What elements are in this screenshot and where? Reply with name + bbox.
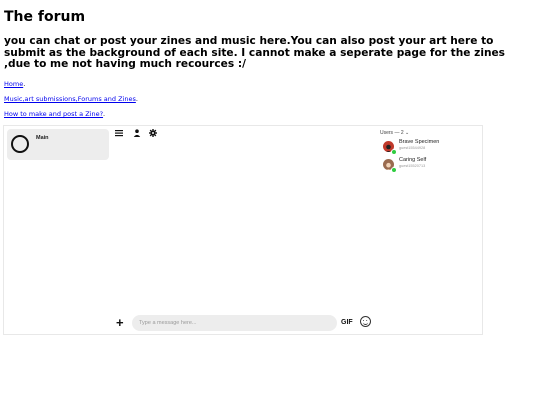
channel-main[interactable]: Main	[7, 129, 109, 160]
message-input[interactable]	[132, 315, 337, 331]
menu-icon[interactable]	[115, 129, 123, 140]
page-description: you can chat or post your zines and musi…	[4, 35, 505, 70]
submissions-link[interactable]: Music,art submissions,Forums and Zines	[4, 95, 136, 103]
user-id: guest15544928	[399, 146, 426, 150]
nav-home: Home.	[4, 80, 25, 88]
link-suffix: .	[23, 80, 26, 88]
user-icon[interactable]	[133, 129, 141, 140]
user-id: guest15520713	[399, 164, 426, 168]
page-title: The forum	[4, 9, 86, 25]
channel-icon	[11, 135, 29, 153]
smiley-icon[interactable]	[360, 316, 371, 327]
channel-name: Main	[36, 135, 49, 141]
gif-button[interactable]: GIF	[341, 319, 353, 326]
gear-icon[interactable]	[149, 129, 157, 140]
link-suffix: .	[135, 95, 138, 103]
nav-submissions: Music,art submissions,Forums and Zines.	[4, 95, 138, 103]
users-header[interactable]: Users — 2 ⌄	[380, 130, 409, 136]
user-name: Brave Specimen	[399, 139, 440, 145]
nav-zine-howto: How to make and post a Zine?.	[4, 110, 105, 118]
chat-widget: Main Users — 2 ⌄ Brave Specimen guest155…	[3, 125, 483, 335]
zine-howto-link[interactable]: How to make and post a Zine?	[4, 110, 103, 118]
online-status-dot	[391, 149, 397, 155]
user-name: Caring Self	[399, 157, 427, 163]
link-suffix: .	[103, 110, 106, 118]
attach-button[interactable]: +	[116, 316, 124, 329]
home-link[interactable]: Home	[4, 80, 23, 88]
online-status-dot	[391, 167, 397, 173]
